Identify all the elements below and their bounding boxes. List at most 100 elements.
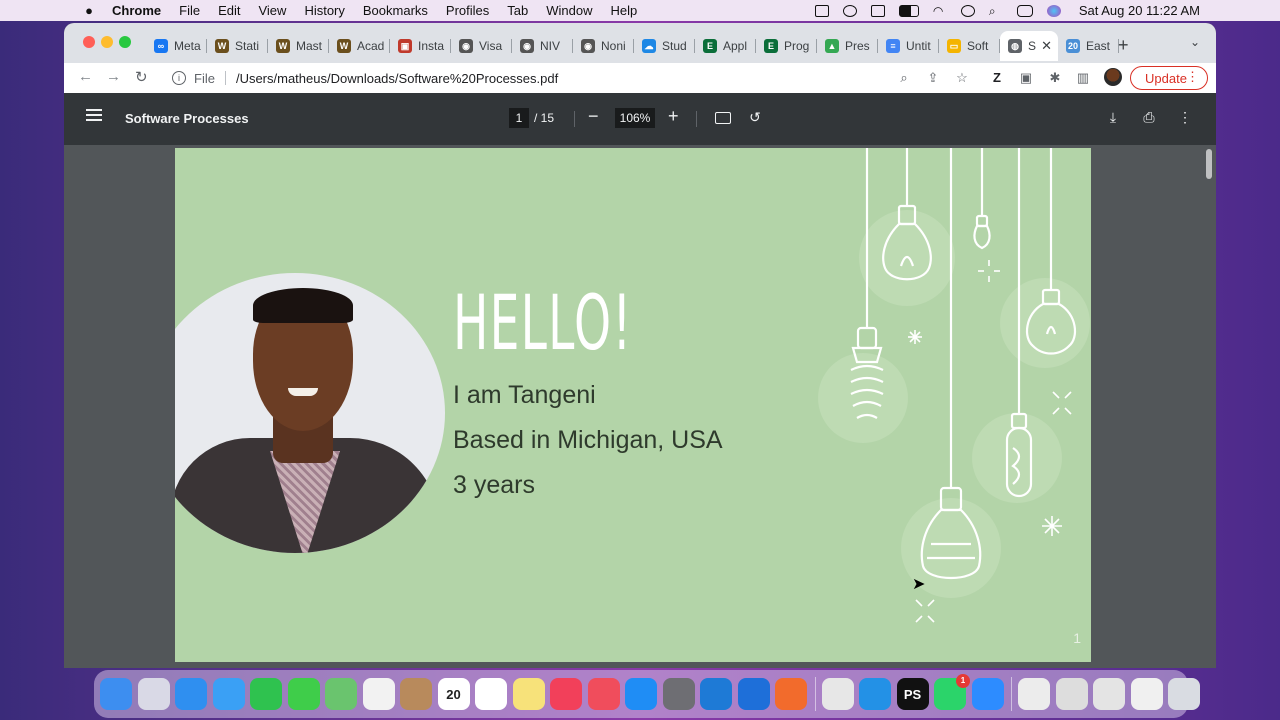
tab-search-chevron-icon[interactable]: ⌄ xyxy=(1190,35,1200,49)
browser-tab[interactable]: W Acad xyxy=(329,31,390,61)
dock-zoom-icon[interactable] xyxy=(971,678,1004,710)
drive-status-icon[interactable] xyxy=(814,4,829,17)
dock-contacts-icon[interactable] xyxy=(400,678,432,710)
zoom-in-button[interactable]: + xyxy=(668,106,679,127)
browser-tab[interactable]: W Stati xyxy=(207,31,268,61)
vertical-scrollbar[interactable] xyxy=(1206,149,1212,179)
dock-phpstorm-icon[interactable]: PS xyxy=(896,678,929,710)
back-button[interactable]: ← xyxy=(78,68,93,85)
hamburger-menu-icon[interactable] xyxy=(86,109,102,121)
menubar-clock[interactable]: Sat Aug 20 11:22 AM xyxy=(1079,3,1200,18)
extension-camera-icon[interactable]: ▣ xyxy=(1019,71,1033,85)
browser-tab[interactable]: 20 East xyxy=(1058,31,1119,61)
menu-app-name[interactable]: Chrome xyxy=(112,3,161,18)
menu-history[interactable]: History xyxy=(304,3,344,18)
share-icon[interactable]: ⇪ xyxy=(926,71,940,85)
update-button[interactable]: Update ⋮ xyxy=(1130,66,1208,90)
site-info-icon[interactable]: i xyxy=(172,71,186,85)
wifi-icon[interactable]: ◠ xyxy=(933,5,947,17)
close-tab-icon[interactable]: ✕ xyxy=(1041,38,1052,54)
spotlight-search-icon[interactable]: ⌕ xyxy=(989,5,1003,17)
browser-tab[interactable]: ▣ Insta xyxy=(390,31,451,61)
fit-to-page-icon[interactable] xyxy=(715,112,731,124)
dock-trash-icon[interactable] xyxy=(1168,678,1200,710)
dock-messages-icon[interactable] xyxy=(287,678,320,710)
battery-icon[interactable] xyxy=(898,4,919,17)
dock-vscode-icon[interactable] xyxy=(700,678,732,710)
forward-button[interactable]: → xyxy=(106,68,121,85)
url-text[interactable]: /Users/matheus/Downloads/Software%20Proc… xyxy=(236,71,558,86)
reload-button[interactable]: ↻ xyxy=(135,68,148,86)
browser-tab[interactable]: W Mast xyxy=(268,31,329,61)
browser-tab[interactable]: ◉ Visa xyxy=(451,31,512,61)
dock-docker-icon[interactable] xyxy=(859,678,891,710)
profile-avatar[interactable] xyxy=(1104,68,1122,86)
new-tab-button[interactable]: + xyxy=(1118,35,1129,56)
maximize-window-button[interactable] xyxy=(119,36,131,48)
menu-edit[interactable]: Edit xyxy=(218,3,240,18)
pdf-more-icon[interactable]: ⋮ xyxy=(1176,109,1194,127)
creative-cloud-icon[interactable] xyxy=(842,4,857,17)
dock-news-icon[interactable] xyxy=(587,678,620,710)
browser-tab[interactable]: ◉ NIV xyxy=(512,31,573,61)
user-icon[interactable] xyxy=(960,4,975,17)
browser-tab[interactable]: ◍ S ✕ xyxy=(1000,31,1058,61)
dock-pen-app-icon[interactable] xyxy=(775,678,807,710)
menu-file[interactable]: File xyxy=(179,3,200,18)
dock-window-4-icon[interactable] xyxy=(1130,678,1163,710)
dock-window-3-icon[interactable] xyxy=(1093,678,1125,710)
zoom-icon[interactable]: ⌕ xyxy=(897,71,911,85)
dock-reminders-icon[interactable] xyxy=(475,678,507,710)
zoom-level-input[interactable]: 106% xyxy=(615,108,655,128)
browser-tab[interactable]: ▲ Pres xyxy=(817,31,878,61)
dock-maps-icon[interactable] xyxy=(325,678,357,710)
close-window-button[interactable] xyxy=(83,36,95,48)
dock-finder-icon[interactable] xyxy=(100,678,132,710)
more-menu-icon[interactable]: ⋮ xyxy=(1186,69,1199,85)
rotate-icon[interactable]: ↺ xyxy=(746,109,764,127)
dock-facetime-icon[interactable] xyxy=(250,678,282,710)
apple-menu-icon[interactable]: ● xyxy=(82,3,96,18)
download-icon[interactable]: ⤓ xyxy=(1104,109,1122,127)
extension-z-icon[interactable]: Z xyxy=(990,71,1004,85)
menu-profiles[interactable]: Profiles xyxy=(446,3,489,18)
control-center-icon[interactable] xyxy=(1016,4,1033,17)
dock-calendar-icon[interactable]: 20 xyxy=(437,678,470,710)
menu-tab[interactable]: Tab xyxy=(507,3,528,18)
keyboard-icon[interactable] xyxy=(870,4,885,17)
menu-window[interactable]: Window xyxy=(546,3,592,18)
dock-launchpad-icon[interactable] xyxy=(137,678,170,710)
extensions-puzzle-icon[interactable]: ✱ xyxy=(1048,71,1062,85)
dock-system-preferences-icon[interactable] xyxy=(662,678,695,710)
dock-window-2-icon[interactable] xyxy=(1055,678,1088,710)
siri-icon[interactable] xyxy=(1046,4,1061,17)
bookmark-star-icon[interactable]: ☆ xyxy=(955,71,969,85)
dock-teamviewer-icon[interactable] xyxy=(737,678,770,710)
zoom-out-button[interactable]: − xyxy=(588,106,599,127)
pdf-viewport[interactable]: HELLO! I am Tangeni Based in Michigan, U… xyxy=(64,145,1216,668)
menu-view[interactable]: View xyxy=(258,3,286,18)
browser-tab[interactable]: E Prog xyxy=(756,31,817,61)
browser-tab[interactable]: ▭ Soft xyxy=(939,31,1000,61)
menu-bookmarks[interactable]: Bookmarks xyxy=(363,3,428,18)
page-number-input[interactable]: 1 xyxy=(509,108,529,128)
address-bar[interactable]: i File /Users/matheus/Downloads/Software… xyxy=(164,65,884,91)
print-icon[interactable]: ⎙ xyxy=(1140,109,1158,127)
dock-music-icon[interactable] xyxy=(550,678,582,710)
minimize-window-button[interactable] xyxy=(101,36,113,48)
side-panel-icon[interactable]: ▥ xyxy=(1076,71,1090,85)
dock-photos-icon[interactable] xyxy=(362,678,395,710)
menu-help[interactable]: Help xyxy=(611,3,638,18)
dock-whatsapp-icon[interactable]: 1 xyxy=(934,674,970,710)
browser-tab[interactable]: ◉ Noni xyxy=(573,31,634,61)
browser-tab[interactable]: ≡ Untit xyxy=(878,31,939,61)
dock-chrome-icon[interactable] xyxy=(821,678,854,710)
dock-app-store-icon[interactable] xyxy=(625,678,657,710)
dock-safari-icon[interactable] xyxy=(175,678,207,710)
dock-mail-icon[interactable] xyxy=(212,678,245,710)
dock-window-1-icon[interactable] xyxy=(1018,678,1050,710)
dock-notes-icon[interactable] xyxy=(512,678,545,710)
browser-tab[interactable]: E Appl xyxy=(695,31,756,61)
browser-tab[interactable]: ∞ Meta xyxy=(146,31,207,61)
browser-tab[interactable]: ☁ Stud xyxy=(634,31,695,61)
